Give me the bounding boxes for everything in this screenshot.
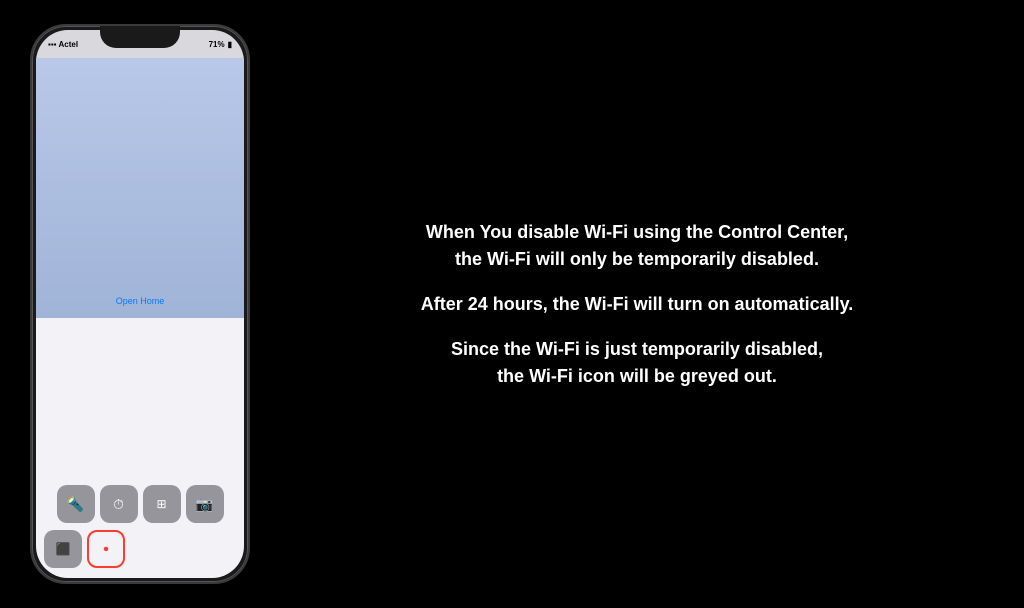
calculator-icon: ⊞ [156, 497, 166, 511]
bottom-actions-row: 🔦 ⏱ ⊞ 📷 [44, 485, 236, 523]
scan-icon: ⬛ [56, 542, 71, 556]
flashlight-icon: 🔦 [67, 496, 84, 513]
info-line-1: When You disable Wi-Fi using the Control… [300, 219, 974, 273]
phone-screen: ▪▪▪ Actel 71% ▮ ✈ [36, 30, 244, 578]
open-home-label[interactable]: Open Home [116, 296, 165, 306]
timer-button[interactable]: ⏱ [100, 485, 138, 523]
signal-bars: ▪▪▪ [48, 40, 57, 49]
phone-notch [100, 26, 180, 48]
record-button[interactable]: ⏺ [87, 530, 125, 568]
battery-icon: ▮ [228, 40, 232, 49]
camera-icon: 📷 [196, 496, 213, 513]
scan-button[interactable]: ⬛ [44, 530, 82, 568]
status-battery: 71% ▮ [209, 40, 232, 49]
status-carrier: ▪▪▪ Actel [48, 40, 78, 49]
info-line-3: Since the Wi-Fi is just temporarily disa… [300, 336, 974, 390]
info-text-area: When You disable Wi-Fi using the Control… [250, 189, 1024, 420]
home-area: Open Home [36, 58, 244, 318]
record-icon: ⏺ [104, 544, 109, 555]
calculator-button[interactable]: ⊞ [143, 485, 181, 523]
phone-body: ▪▪▪ Actel 71% ▮ ✈ [30, 24, 250, 584]
phone-mockup: ▪▪▪ Actel 71% ▮ ✈ [30, 24, 250, 584]
info-line-2: After 24 hours, the Wi-Fi will turn on a… [300, 291, 974, 318]
timer-icon: ⏱ [113, 496, 124, 513]
bottom-actions-row-2: ⬛ ⏺ [44, 530, 236, 568]
flashlight-button[interactable]: 🔦 [57, 485, 95, 523]
camera-button[interactable]: 📷 [186, 485, 224, 523]
